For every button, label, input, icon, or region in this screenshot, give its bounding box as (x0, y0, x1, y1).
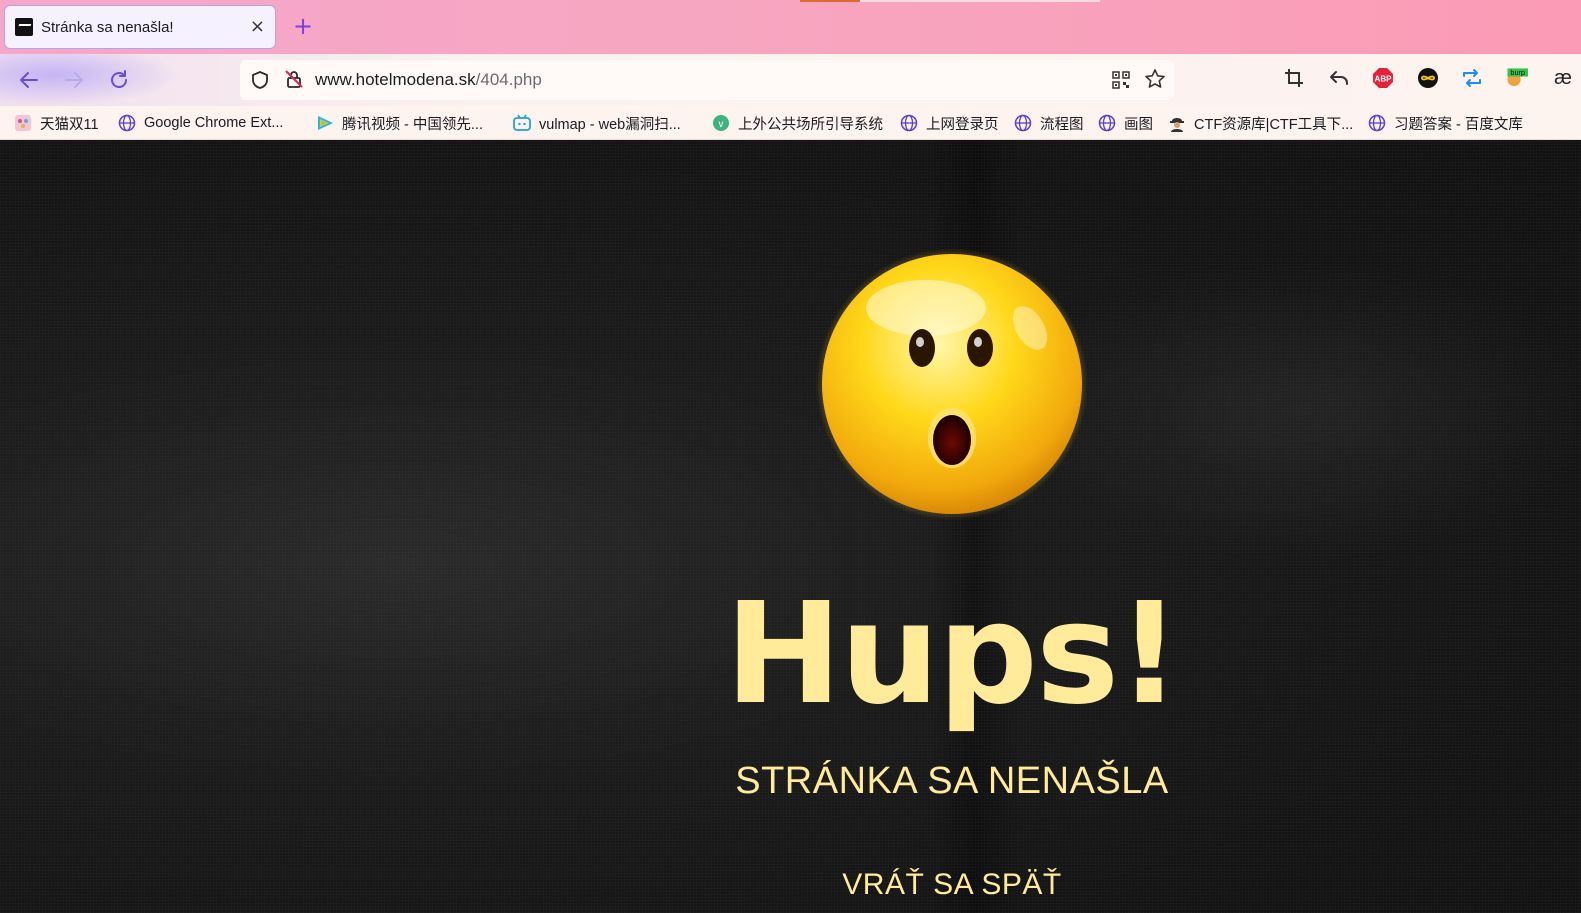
url-path: /404.php (475, 70, 542, 89)
bookmark-label: 上外公共场所引导系统 (738, 116, 883, 133)
globe-icon (1014, 114, 1032, 132)
page-content: Hups! STRÁNKA SA NENAŠLA VRÁŤ SA SPÄŤ (0, 140, 1581, 913)
page-subtitle: STRÁNKA SA NENAŠLA (735, 760, 1169, 802)
sync-icon[interactable] (1461, 67, 1483, 89)
reload-button[interactable] (105, 66, 133, 94)
vue-icon: v (712, 114, 730, 132)
bookmark-item[interactable]: vulmap - web漏洞扫... (513, 112, 681, 134)
address-bar[interactable]: www.hotelmodena.sk/404.php (240, 60, 1174, 100)
undo-icon[interactable] (1328, 67, 1350, 89)
bookmark-item[interactable]: 画图 (1098, 112, 1153, 134)
go-back-link[interactable]: VRÁŤ SA SPÄŤ (0, 868, 1581, 902)
shield-icon[interactable] (250, 70, 270, 90)
bookmark-star-icon[interactable] (1144, 68, 1166, 90)
new-tab-button[interactable]: + (293, 12, 313, 40)
bookmark-item[interactable]: 流程图 (1014, 112, 1084, 134)
bilibili-icon (513, 114, 531, 132)
bookmarks-bar: 天猫双11 Google Chrome Ext... 腾讯视频 - 中国领先..… (0, 106, 1581, 140)
globe-icon (118, 114, 136, 132)
bookmark-label: vulmap - web漏洞扫... (539, 116, 681, 133)
qr-code-icon[interactable] (1112, 71, 1130, 89)
bookmark-label: CTF资源库|CTF工具下... (1194, 116, 1354, 133)
bookmark-label: 上网登录页 (926, 116, 999, 133)
arrow-left-icon (20, 72, 38, 88)
site-favicon-icon (15, 18, 33, 36)
bookmark-label: 流程图 (1040, 116, 1084, 133)
burp-icon[interactable]: burp (1506, 67, 1528, 89)
reload-icon (111, 70, 127, 88)
insecure-lock-icon[interactable] (284, 69, 304, 89)
tab-active[interactable]: Stránka sa nenašla! × (4, 5, 276, 49)
infinity-icon[interactable] (1417, 67, 1439, 89)
page-title: Hups! (724, 573, 1181, 736)
burp-label: burp (1510, 68, 1525, 77)
bookmark-item[interactable]: v 上外公共场所引导系统 (712, 112, 883, 134)
tencent-video-icon (316, 114, 334, 132)
bookmark-item[interactable]: 腾讯视频 - 中国领先... (316, 112, 483, 134)
globe-icon (900, 114, 918, 132)
bookmark-item[interactable]: Google Chrome Ext... (118, 112, 283, 134)
tab-strip-accent (800, 0, 860, 2)
bookmark-item[interactable]: 天猫双11 (14, 112, 99, 134)
bookmark-item[interactable]: 习题答案 - 百度文库 (1368, 112, 1523, 134)
bookmark-label: Google Chrome Ext... (144, 115, 284, 131)
url-host: www.hotelmodena.sk (315, 70, 476, 89)
tab-title: Stránka sa nenašla! (41, 18, 174, 36)
arrow-right-icon (65, 72, 83, 88)
ae-icon[interactable]: æ (1548, 67, 1578, 89)
globe-icon (1368, 114, 1386, 132)
hacker-icon (1168, 114, 1186, 132)
url-text[interactable]: www.hotelmodena.sk/404.php (315, 70, 542, 90)
tab-close-icon[interactable]: × (250, 17, 265, 37)
adblock-plus-label: ABP (1375, 75, 1393, 84)
bookmark-label: 画图 (1124, 116, 1153, 133)
forward-button[interactable] (60, 66, 88, 94)
bookmark-item[interactable]: CTF资源库|CTF工具下... (1168, 112, 1353, 134)
surprised-face-icon (816, 248, 1088, 520)
bookmark-item[interactable]: 上网登录页 (900, 112, 999, 134)
svg-text:v: v (719, 119, 724, 130)
crop-icon[interactable] (1283, 67, 1305, 89)
tmall-icon (14, 114, 32, 132)
bookmark-label: 习题答案 - 百度文库 (1394, 116, 1523, 133)
bookmark-label: 天猫双11 (40, 116, 99, 133)
bookmark-label: 腾讯视频 - 中国领先... (342, 116, 483, 133)
back-button[interactable] (15, 66, 43, 94)
globe-icon (1098, 114, 1116, 132)
tab-strip: Stránka sa nenašla! × + (0, 0, 1581, 54)
adblock-plus-icon[interactable]: ABP (1372, 67, 1394, 89)
ae-label: æ (1554, 66, 1572, 89)
